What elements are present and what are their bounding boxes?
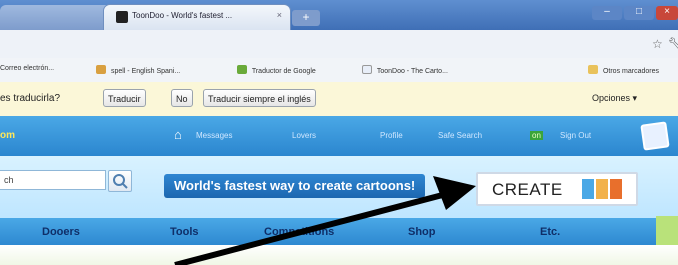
brand-text: om: [0, 130, 15, 141]
wrench-icon[interactable]: 🔧︎: [668, 37, 678, 50]
toondoo-site: om ⌂ Messages Lovers Profile Safe Search…: [0, 116, 678, 265]
search-input[interactable]: ch: [0, 170, 106, 190]
bookmark-star-icon[interactable]: ☆: [652, 37, 663, 51]
bookmark-icon: [362, 65, 372, 74]
bookmark-label: spell - English Spani...: [110, 68, 181, 75]
nav-tools[interactable]: Tools: [170, 226, 199, 238]
create-block-red: [610, 179, 622, 199]
top-link-profile[interactable]: Profile: [380, 131, 403, 140]
site-top-band: om ⌂ Messages Lovers Profile Safe Search…: [0, 116, 678, 156]
translate-bar: es traducirla? Traducir No Traducir siem…: [0, 82, 678, 117]
translate-question: es traducirla?: [0, 93, 61, 104]
site-tagline: World's fastest way to create cartoons!: [164, 174, 426, 198]
nav-etc[interactable]: Etc.: [540, 226, 560, 238]
always-translate-button[interactable]: Traducir siempre el inglés: [203, 89, 316, 107]
address-row: ☆ 🔧︎: [0, 30, 678, 59]
main-nav: Dooers Tools Competitions Shop Etc.: [0, 216, 678, 247]
top-link-messages[interactable]: Messages: [196, 131, 232, 140]
home-icon[interactable]: ⌂: [174, 127, 188, 142]
bookmark-item[interactable]: Otros marcadores: [588, 65, 659, 75]
no-button[interactable]: No: [171, 89, 193, 107]
edit-icon[interactable]: [640, 121, 670, 151]
maximize-button[interactable]: □: [624, 6, 654, 20]
new-tab-button[interactable]: +: [292, 10, 320, 26]
tab-title: ToonDoo - World's fastest ...: [132, 11, 233, 20]
tab-toondoo[interactable]: ToonDoo - World's fastest ... ×: [104, 5, 290, 30]
folder-icon: [588, 65, 598, 74]
bookmark-item[interactable]: Correo electrón...: [0, 65, 54, 72]
bookmark-icon: [237, 65, 247, 74]
magnifier-icon: [113, 174, 128, 189]
tab-previous[interactable]: [0, 5, 114, 30]
toondoo-favicon-icon: [116, 11, 128, 23]
tab-close-icon[interactable]: ×: [277, 10, 282, 20]
nav-shop[interactable]: Shop: [408, 226, 436, 238]
site-mid-band: ch World's fastest way to create cartoon…: [0, 156, 678, 216]
nav-right-edge: [656, 216, 678, 245]
bookmark-label: Correo electrón...: [0, 65, 55, 72]
close-window-button[interactable]: ×: [656, 6, 678, 20]
bookmark-icon: [96, 65, 106, 74]
create-blocks-icon: [582, 179, 624, 199]
bookmark-label: ToonDoo - The Carto...: [376, 68, 448, 75]
create-button[interactable]: CREATE: [476, 172, 638, 206]
options-menu[interactable]: Opciones ▾: [592, 93, 637, 104]
nav-dooers[interactable]: Dooers: [42, 226, 80, 238]
bookmark-item[interactable]: Traductor de Google: [237, 65, 316, 75]
top-link-sign-out[interactable]: Sign Out: [560, 131, 591, 140]
bookmarks-bar: Correo electrón... spell - English Spani…: [0, 58, 678, 83]
safe-search-toggle[interactable]: on: [530, 131, 543, 140]
content-top-edge: [0, 245, 678, 265]
top-link-lovers[interactable]: Lovers: [292, 131, 316, 140]
minimize-button[interactable]: –: [592, 6, 622, 20]
translate-button[interactable]: Traducir: [103, 89, 146, 107]
top-link-safe-search[interactable]: Safe Search: [438, 131, 482, 140]
bookmark-item[interactable]: spell - English Spani...: [96, 65, 180, 75]
bookmark-item[interactable]: ToonDoo - The Carto...: [362, 65, 448, 75]
create-label: CREATE: [492, 180, 563, 199]
nav-competitions[interactable]: Competitions: [264, 226, 334, 238]
bookmark-label: Traductor de Google: [251, 68, 316, 75]
search-button[interactable]: [108, 170, 132, 192]
window-titlebar: ToonDoo - World's fastest ... × + – □ ×: [0, 0, 678, 30]
create-block-blue: [582, 179, 594, 199]
create-block-orange: [596, 179, 608, 199]
bookmark-label: Otros marcadores: [602, 68, 659, 75]
